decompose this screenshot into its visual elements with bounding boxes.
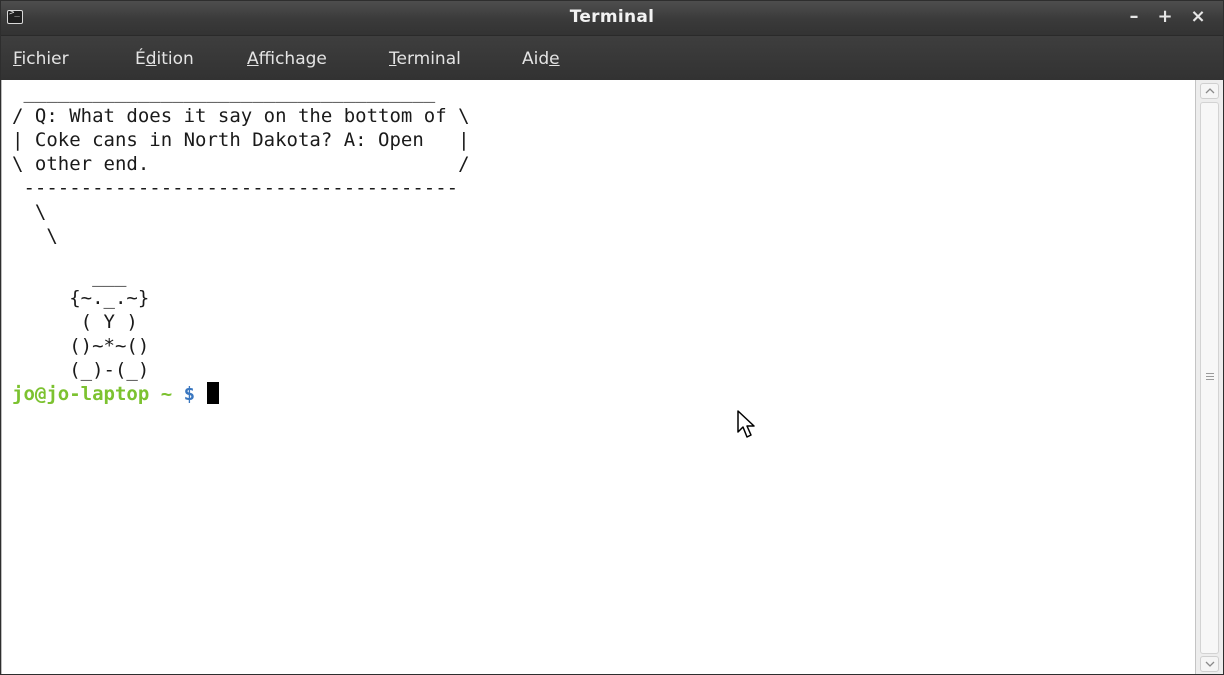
shell-prompt[interactable]: jo@jo-laptop ~ $	[12, 382, 219, 406]
prompt-user-host: jo@jo-laptop	[12, 383, 150, 405]
scroll-down-arrow-icon[interactable]	[1200, 656, 1219, 672]
vertical-scrollbar[interactable]	[1195, 80, 1223, 674]
prompt-symbol: $	[183, 383, 196, 405]
menu-fichier-suffix: ichier	[21, 49, 69, 69]
ascii-art-line-5: (_)-(_)	[12, 359, 150, 381]
maximize-button[interactable]: +	[1154, 5, 1176, 29]
scrollbar-thumb[interactable]	[1200, 102, 1219, 654]
mouse-pointer-icon	[737, 410, 759, 445]
menu-affichage[interactable]: Affichage	[247, 49, 327, 69]
menu-aide-mnemonic: e	[549, 49, 560, 69]
prompt-path: ~	[160, 383, 173, 405]
ascii-art-line-4: ()~*~()	[12, 335, 150, 357]
terminal-window: >_ Terminal – + × Fichier Édition Affich…	[0, 0, 1224, 675]
menu-edition[interactable]: Édition	[135, 49, 194, 69]
menu-terminal-mnemonic: T	[389, 49, 397, 69]
menu-fichier-mnemonic: F	[13, 49, 22, 69]
window-title: Terminal	[569, 7, 655, 27]
ascii-art-line-2: {~._.~}	[12, 287, 150, 309]
text-cursor	[206, 382, 219, 404]
menu-affichage-mnemonic: A	[247, 49, 259, 69]
menu-terminal[interactable]: Terminal	[389, 49, 461, 69]
scrollbar-grip-icon	[1206, 373, 1214, 382]
terminal-output[interactable]: ____________________________________ / Q…	[1, 80, 1196, 674]
cowsay-bottom-border: --------------------------------------	[12, 177, 459, 199]
menu-edition-suffix: ition	[156, 49, 194, 69]
menu-terminal-suffix: erminal	[396, 49, 461, 69]
menu-fichier[interactable]: Fichier	[13, 49, 69, 69]
cowsay-top-border: ____________________________________	[12, 81, 436, 103]
menu-bar: Fichier Édition Affichage Terminal Aide	[1, 36, 1223, 80]
menu-aide[interactable]: Aide	[522, 49, 560, 69]
close-button[interactable]: ×	[1187, 5, 1209, 29]
ascii-art-line-1: ___	[12, 265, 127, 287]
menu-aide-prefix: Aid	[522, 49, 550, 69]
scroll-up-arrow-icon[interactable]	[1200, 83, 1219, 99]
cowsay-text-line-1: / Q: What does it say on the bottom of \	[12, 105, 470, 127]
cowsay-text-line-2: | Coke cans in North Dakota? A: Open |	[12, 129, 470, 151]
minimize-button[interactable]: –	[1123, 5, 1145, 29]
ascii-art-line-3: ( Y )	[12, 311, 138, 333]
menu-edition-prefix: É	[135, 49, 146, 69]
cowsay-text-line-3: \ other end. /	[12, 153, 470, 175]
title-bar[interactable]: >_ Terminal – + ×	[1, 1, 1223, 36]
menu-affichage-suffix: ffichage	[258, 49, 327, 69]
menu-edition-mnemonic: d	[145, 49, 157, 69]
cowsay-tail-line-2: \	[12, 225, 58, 247]
cowsay-tail-line-1: \	[12, 201, 47, 223]
